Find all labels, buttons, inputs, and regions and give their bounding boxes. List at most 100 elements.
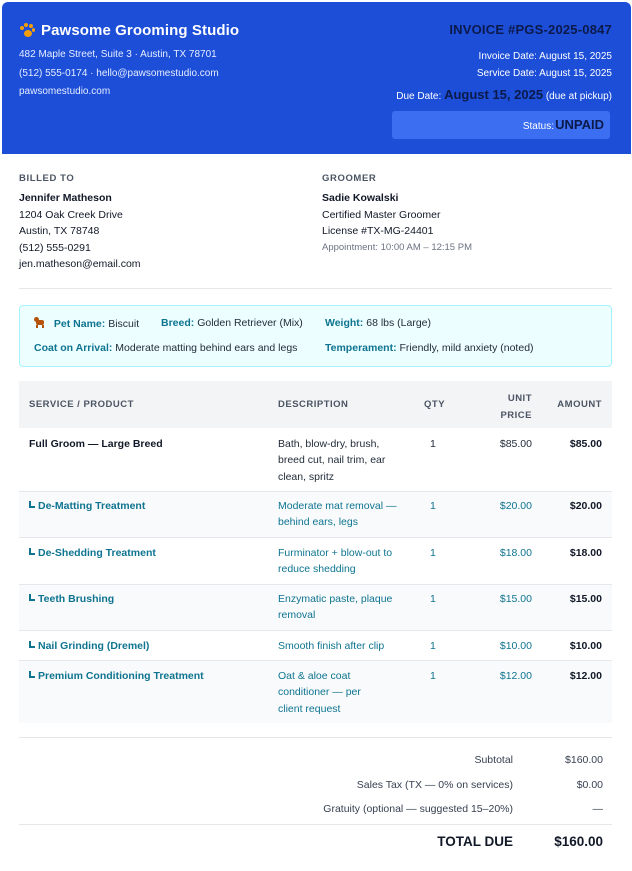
row-unit-price: $12.00: [499, 670, 532, 682]
table-row: Nail Grinding (Dremel) Smooth finish aft…: [19, 631, 612, 661]
row-qty: 1: [430, 438, 436, 450]
tax-label: Sales Tax (TX — 0% on services): [356, 779, 513, 791]
weight-value: 68 lbs (Large): [366, 317, 432, 329]
studio-address: 482 Maple Street, Suite 3 · Austin, TX 7…: [19, 49, 217, 60]
gratuity-value: —: [592, 803, 604, 815]
invoice-date: Invoice Date: August 15, 2025: [479, 51, 612, 62]
row-service-label: Premium Conditioning Treatment: [38, 670, 204, 682]
studio-website[interactable]: pawsomestudio.com: [19, 86, 110, 97]
col-unit-line2: PRICE: [500, 410, 532, 421]
table-row: De-Matting Treatment Moderate mat remova…: [19, 492, 612, 538]
row-description: Oat & aloe coat conditioner — per client…: [278, 670, 361, 715]
breed-value: Golden Retriever (Mix): [197, 317, 303, 329]
weight-label: Weight:: [325, 317, 364, 329]
row-unit-price: $85.00: [499, 438, 532, 450]
col-service: SERVICE / PRODUCT: [29, 399, 134, 410]
table-row: Teeth Brushing Enzymatic paste, plaque r…: [19, 585, 612, 631]
grand-total-divider: [19, 824, 612, 825]
row-unit-price: $15.00: [499, 593, 532, 605]
row-service: De-Shedding Treatment: [29, 545, 156, 561]
row-amount: $15.00: [569, 593, 602, 605]
weight-field: Weight: 68 lbs (Large): [325, 317, 431, 329]
groomer-block: Sadie Kowalski Certified Master Groomer …: [322, 190, 472, 256]
row-service: Premium Conditioning Treatment: [29, 668, 204, 684]
row-amount: $10.00: [569, 640, 602, 652]
row-service-label: De-Shedding Treatment: [38, 547, 156, 559]
sub-item-arrow-icon: [29, 501, 36, 509]
row-service-label: Nail Grinding (Dremel): [38, 640, 150, 652]
brand: Pawsome Grooming Studio: [19, 22, 239, 39]
service-date-label: Service Date:: [476, 68, 537, 79]
coat-field: Coat on Arrival: Moderate matting behind…: [34, 342, 297, 354]
temperament-value: Friendly, mild anxiety (noted): [399, 342, 534, 354]
col-unit-price: UNIT PRICE: [500, 390, 532, 424]
row-amount: $85.00: [569, 438, 602, 450]
row-unit-price: $18.00: [499, 547, 532, 559]
invoice-page: Pawsome Grooming Studio 482 Maple Street…: [0, 0, 632, 871]
sub-item-arrow-icon: [29, 594, 36, 602]
row-description: Moderate mat removal — behind ears, legs: [278, 500, 397, 529]
invoice-number: INVOICE #PGS-2025-0847: [449, 22, 612, 37]
row-amount: $18.00: [569, 547, 602, 559]
gratuity-label: Gratuity (optional — suggested 15–20%): [323, 803, 513, 815]
row-service: Teeth Brushing: [29, 591, 114, 607]
client-phone: (512) 555-0291: [19, 241, 91, 254]
groomer-license: License #TX-MG-24401: [322, 225, 434, 237]
totals-divider: [19, 737, 612, 738]
due-note: (due at pickup): [545, 91, 612, 102]
breed-field: Breed: Golden Retriever (Mix): [161, 317, 303, 329]
row-qty: 1: [430, 547, 436, 559]
paw-icon: [19, 22, 35, 39]
tax-value: $0.00: [576, 779, 603, 791]
client-city: Austin, TX 78748: [19, 225, 100, 237]
dog-icon: [34, 317, 46, 328]
studio-name: Pawsome Grooming Studio: [41, 22, 240, 39]
breed-label: Breed:: [161, 317, 195, 329]
due-date: Due Date: August 15, 2025 (due at pickup…: [396, 87, 612, 102]
invoice-date-value: August 15, 2025: [539, 51, 612, 62]
client-email[interactable]: jen.matheson@email.com: [19, 256, 141, 273]
invoice-date-label: Invoice Date:: [478, 51, 537, 62]
row-service: Nail Grinding (Dremel): [29, 638, 149, 654]
row-qty: 1: [430, 640, 436, 652]
status-badge: Status: UNPAID: [392, 111, 610, 139]
pet-name-label: Pet Name:: [53, 318, 106, 330]
row-description: Bath, blow-dry, brush, breed cut, nail t…: [278, 438, 386, 483]
row-qty: 1: [430, 500, 436, 512]
subtotal-value: $160.00: [565, 754, 603, 766]
row-service: De-Matting Treatment: [29, 498, 145, 514]
sub-item-arrow-icon: [29, 641, 36, 649]
col-unit-line1: UNIT: [507, 393, 532, 404]
table-row: Premium Conditioning Treatment Oat & alo…: [19, 661, 612, 723]
due-date-label: Due Date:: [396, 91, 442, 102]
status-value: UNPAID: [555, 117, 604, 132]
pet-name-field: Pet Name: Biscuit: [34, 317, 139, 330]
groomer-name: Sadie Kowalski: [322, 192, 399, 204]
row-amount: $20.00: [569, 500, 602, 512]
due-date-value: August 15, 2025: [444, 87, 544, 102]
col-amount: AMOUNT: [557, 399, 602, 410]
client-name: Jennifer Matheson: [19, 192, 112, 204]
sub-item-arrow-icon: [29, 548, 36, 556]
sub-item-arrow-icon: [29, 671, 36, 679]
service-date: Service Date: August 15, 2025: [477, 68, 612, 79]
coat-value: Moderate matting behind ears and legs: [115, 342, 298, 354]
studio-contact: (512) 555-0174 · hello@pawsomestudio.com: [19, 68, 219, 79]
total-due-value: $160.00: [554, 834, 603, 849]
pet-name-value: Biscuit: [108, 318, 140, 330]
client-street: 1204 Oak Creek Drive: [19, 208, 123, 221]
row-service-label: De-Matting Treatment: [38, 500, 146, 512]
groomer-role: Certified Master Groomer: [322, 208, 441, 221]
status-label: Status:: [522, 121, 554, 132]
row-service-label: Teeth Brushing: [38, 593, 115, 605]
row-description: Smooth finish after clip: [278, 640, 385, 652]
table-row: De-Shedding Treatment Furminator + blow-…: [19, 538, 612, 585]
billed-to-block: Jennifer Matheson 1204 Oak Creek Drive A…: [19, 190, 141, 273]
groomer-title: GROOMER: [322, 173, 377, 184]
col-description: DESCRIPTION: [278, 399, 349, 410]
service-date-value: August 15, 2025: [539, 68, 612, 79]
temperament-label: Temperament:: [325, 342, 397, 354]
row-qty: 1: [430, 670, 436, 682]
total-due-label: TOTAL DUE: [437, 834, 513, 849]
row-unit-price: $20.00: [499, 500, 532, 512]
